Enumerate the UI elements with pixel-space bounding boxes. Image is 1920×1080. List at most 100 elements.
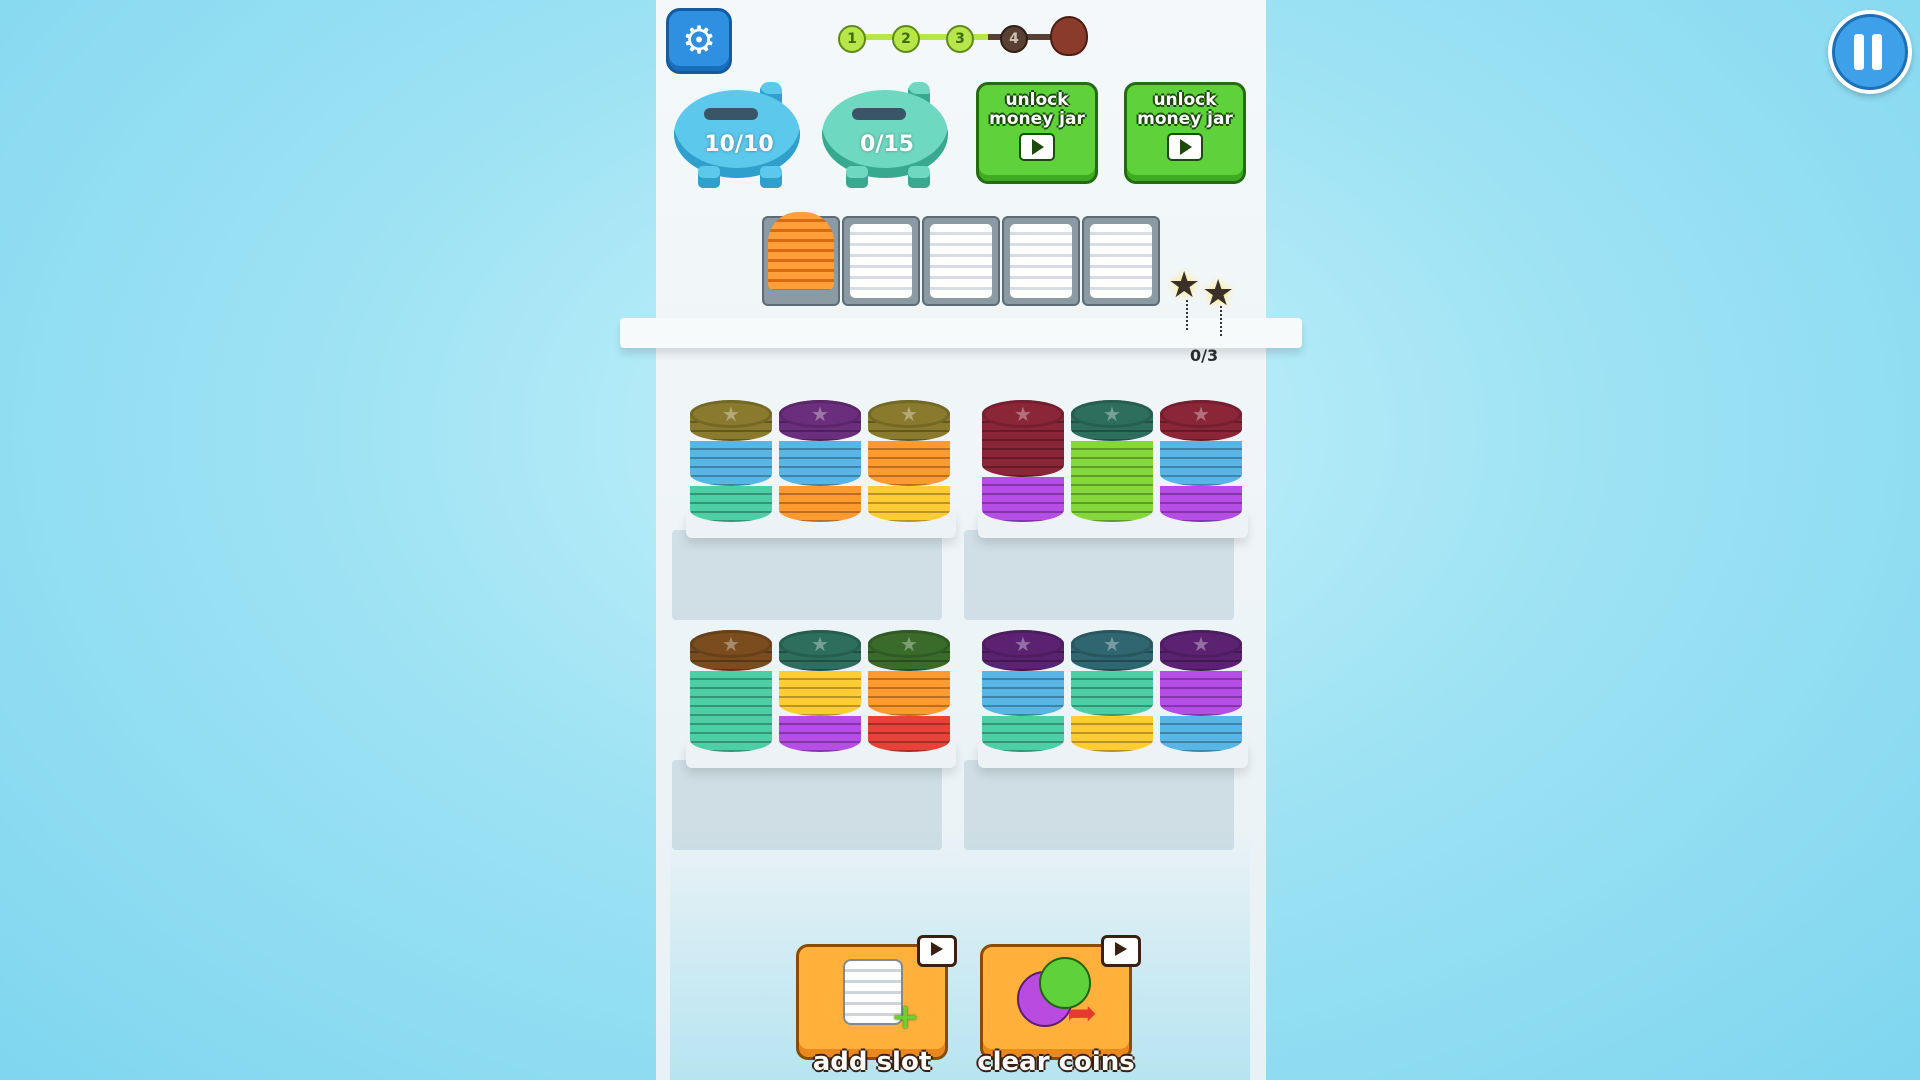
pig-coin-slot [852,108,906,120]
video-icon [917,935,957,967]
empty-slot-cup [850,224,912,298]
empty-slot-cup [1090,224,1152,298]
coin-stack-side [1071,441,1153,522]
coin-group-mint [690,472,772,522]
coin-top-star-icon [690,630,772,658]
coin-top-star-icon [1160,400,1242,428]
coin-group-sky [690,427,772,486]
coin-stack[interactable] [1071,630,1153,752]
star-chain [1186,300,1198,330]
coin-group-sky [1160,427,1242,486]
piggy-bank: 0/15 [812,80,952,190]
star-counter: 0/3 [1190,346,1219,365]
coin-group-violet [1160,472,1242,522]
coin-group-plum [982,630,1064,671]
coin-group-sky [1160,702,1242,752]
coin-top-star-icon [779,630,861,658]
coin-stack-side [779,486,861,522]
coin-group-mint [1071,657,1153,716]
coin-group-olive [690,400,772,441]
coin-stack[interactable] [779,630,861,752]
unlock-money-jar-button[interactable]: unlock money jar [1124,82,1246,184]
coin-stack[interactable] [868,400,950,522]
pig-leg [908,166,930,188]
coin-stack[interactable] [1160,400,1242,522]
unlock-label: unlock money jar [1137,90,1233,129]
coin-stack[interactable] [779,400,861,522]
progress-step: 3 [946,25,974,53]
coin-top-star-icon [982,400,1064,428]
tray-shadow [672,760,942,850]
clear-coins-button[interactable]: ➦ clear coins [977,935,1141,1077]
coin-group-slate_teal [1071,630,1153,671]
coin-stack[interactable] [690,630,772,752]
tray-shadow [672,530,942,620]
coin-slot[interactable] [1002,216,1080,306]
coin-top-star-icon [1071,630,1153,658]
pig-leg [846,166,868,188]
coin-stack-side [982,477,1064,522]
coin-top-star-icon [779,400,861,428]
plus-icon: + [891,997,920,1037]
clear-coins-label: clear coins [977,1047,1135,1077]
coin-stack[interactable] [1160,630,1242,752]
coin-stack[interactable] [868,630,950,752]
coin-slot[interactable] [762,212,840,306]
coin-group-red [868,702,950,752]
tray-shadow [964,760,1234,850]
slot-coin-stack [768,212,834,290]
coin-group-mint [690,657,772,752]
coin-stack[interactable] [690,400,772,522]
slot-shelf [620,318,1302,348]
add-slot-button[interactable]: + add slot [796,935,957,1077]
coin-group-teal_dark [779,630,861,671]
unlock-label: unlock money jar [989,90,1085,129]
coin-stack-side [868,486,950,522]
coin-group-sky [982,657,1064,716]
pause-icon [1854,34,1864,70]
star-chain [1220,306,1232,336]
coin-group-violet [1160,657,1242,716]
coin-group-yellow [868,472,950,522]
coin-stack[interactable] [1071,400,1153,522]
star-icon: ★ [1168,265,1201,306]
video-icon [1101,935,1141,967]
coin-top-star-icon [690,400,772,428]
coin-stack-side [982,716,1064,752]
coin-top-star-icon [868,400,950,428]
pig-coin-slot [704,108,758,120]
unlock-money-jar-button[interactable]: unlock money jar [976,82,1098,184]
coin-stack-side [1071,716,1153,752]
coin-group-sky [779,427,861,486]
video-icon [1019,133,1055,161]
coin-slot[interactable] [842,216,920,306]
arrow-icon: ➦ [1067,993,1098,1034]
pause-icon-bar [1872,34,1882,70]
coin-slot[interactable] [1082,216,1160,306]
coin-stack[interactable] [982,630,1064,752]
pause-button[interactable] [1828,10,1912,94]
coin-group-orange [868,657,950,716]
coin-group-orange [868,427,950,486]
coin-top-star-icon [1160,630,1242,658]
coin-group-mint [982,702,1064,752]
coin-stack-side [1160,716,1242,752]
coin-stack[interactable] [982,400,1064,522]
coin-top-star-icon [982,630,1064,658]
coin-group-wine [1160,400,1242,441]
piggy-bank: 10/10 [664,80,804,190]
coin-group-olive [868,400,950,441]
coin-group-plum [1160,630,1242,671]
pig-count: 0/15 [860,132,914,157]
coin-group-violet [779,702,861,752]
coin-group-yellow [779,657,861,716]
coin-stack-side [1160,486,1242,522]
progress-step: 4 [1000,25,1028,53]
coin-slot[interactable] [922,216,1000,306]
coin-group-orange [779,472,861,522]
demon-head-icon [1050,16,1088,56]
settings-button[interactable]: ⚙ [666,8,732,74]
pig-leg [760,166,782,188]
coin-stack-side [779,716,861,752]
empty-slot-cup [1010,224,1072,298]
